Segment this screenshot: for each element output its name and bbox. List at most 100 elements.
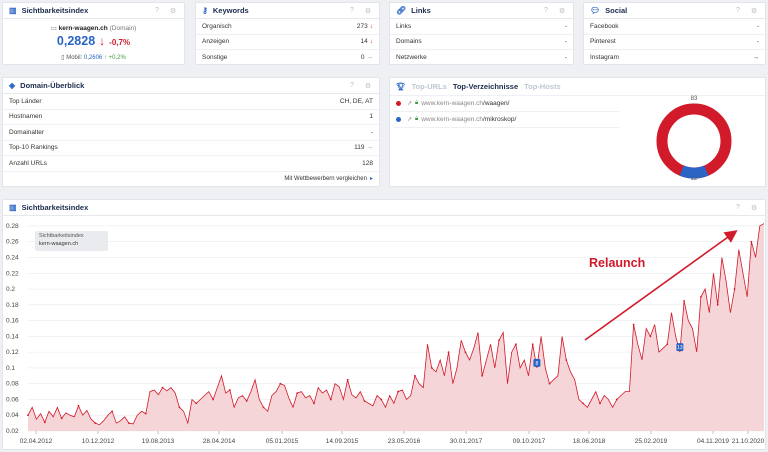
links-card: 🔗︎ Links ? ⚙ Links - Domains - Netzwerke - bbox=[389, 2, 574, 65]
row-label: Links bbox=[396, 22, 412, 30]
social-row[interactable]: Instagram → bbox=[584, 50, 765, 66]
chart-card: ▥ Sichtbarkeitsindex ? ⚙ bbox=[2, 199, 766, 450]
compare-link[interactable]: Mit Wettbewerbern vergleichen ▸ bbox=[3, 172, 379, 186]
keyword-row[interactable]: Anzeigen 14 ↓ bbox=[196, 35, 379, 50]
chart-icon: ▥ bbox=[9, 6, 17, 15]
tab-top-hosts[interactable]: Top-Hosts bbox=[524, 82, 561, 91]
si-domain-name: kern-waagen.ch bbox=[58, 25, 108, 32]
keywords-card-header: ⚷ Keywords ? ⚙ bbox=[196, 3, 379, 19]
chart-card-title: Sichtbarkeitsindex bbox=[21, 203, 89, 212]
si-value-row: 0,2828 ↓ -0,7% bbox=[3, 34, 184, 48]
help-icon[interactable]: ? bbox=[347, 82, 357, 90]
row-label: Sonstige bbox=[202, 54, 228, 62]
si-domain: ▭ kern-waagen.ch (Domain) bbox=[3, 24, 184, 32]
trophy-icon: 🏆︎ bbox=[396, 82, 406, 91]
domain-overview-header: ◈ Domain-Überblick ? ⚙ bbox=[3, 78, 379, 94]
chart-icon: ▥ bbox=[9, 203, 17, 212]
external-link-icon[interactable]: ↗ bbox=[407, 100, 412, 107]
row-label: Instagram bbox=[590, 54, 619, 62]
keyword-row[interactable]: Organisch 273 ↓ bbox=[196, 19, 379, 35]
legend-dot bbox=[396, 101, 401, 106]
social-card-title: Social bbox=[605, 6, 628, 15]
donut-label-blue: 12 bbox=[690, 176, 698, 182]
gear-icon[interactable]: ⚙ bbox=[749, 204, 759, 212]
donut-label-red: 83 bbox=[690, 96, 698, 102]
key-icon: ⚷ bbox=[202, 6, 208, 15]
help-icon[interactable]: ? bbox=[733, 7, 743, 15]
arrow-up-icon: ↑ bbox=[103, 55, 107, 61]
row-value: 128 bbox=[362, 159, 373, 167]
overview-row[interactable]: Top-10 Rankings 119 → bbox=[3, 141, 379, 156]
si-change: -0,7% bbox=[109, 38, 131, 47]
row-value: 14 bbox=[360, 38, 368, 46]
speech-bubble-icon: 💬︎ bbox=[590, 6, 601, 15]
tab-top-urls[interactable]: Top-URLs bbox=[412, 82, 447, 91]
row-label: Netzwerke bbox=[396, 54, 427, 62]
arrow-down-icon: ↓ bbox=[369, 38, 373, 46]
top-row[interactable]: ↗ 🔒︎ www.kern-waagen.ch /waagen/ bbox=[394, 96, 620, 112]
social-row[interactable]: Facebook - bbox=[584, 19, 765, 35]
top-row-path[interactable]: /mikroskop/ bbox=[483, 116, 516, 123]
gear-icon[interactable]: ⚙ bbox=[557, 7, 567, 15]
domain-overview-card: ◈ Domain-Überblick ? ⚙ Top Länder CH, DE, … bbox=[2, 77, 380, 187]
social-card-header: 💬︎ Social ? ⚙ bbox=[584, 3, 765, 19]
arrow-down-icon: ↓ bbox=[99, 34, 106, 48]
arrow-down-icon: ↓ bbox=[369, 22, 373, 30]
row-label: Hostnamen bbox=[9, 113, 43, 121]
donut-chart bbox=[656, 103, 732, 179]
link-icon: 🔗︎ bbox=[396, 6, 407, 15]
row-label: Top-10 Rankings bbox=[9, 144, 58, 152]
top-row-host: www.kern-waagen.ch bbox=[421, 100, 484, 107]
overview-row[interactable]: Top Länder CH, DE, AT bbox=[3, 94, 379, 110]
si-mobil: ▯ Mobil: 0,2606 ↑ +0,2% bbox=[3, 54, 184, 61]
row-value: 1 bbox=[369, 113, 373, 121]
row-label: Organisch bbox=[202, 22, 232, 30]
chart-card-header: ▥ Sichtbarkeitsindex ? ⚙ bbox=[3, 200, 765, 216]
help-icon[interactable]: ? bbox=[347, 7, 357, 15]
social-row[interactable]: Pinterest - bbox=[584, 35, 765, 50]
tab-top-verzeichnisse[interactable]: Top-Verzeichnisse bbox=[453, 82, 518, 91]
si-domain-label: (Domain) bbox=[109, 25, 137, 32]
row-value: 273 bbox=[356, 22, 368, 30]
si-mobil-label: Mobil: bbox=[66, 55, 83, 61]
links-row[interactable]: Netzwerke - bbox=[390, 50, 573, 66]
top-tabs: 🏆︎ Top-URLs Top-Verzeichnisse Top-Hosts bbox=[390, 78, 765, 96]
help-icon[interactable]: ? bbox=[541, 7, 551, 15]
help-icon[interactable]: ? bbox=[733, 204, 743, 212]
row-value: - bbox=[756, 22, 759, 30]
top-row-path[interactable]: /waagen/ bbox=[483, 100, 509, 107]
row-value: 0 bbox=[360, 54, 365, 62]
gear-icon[interactable]: ⚙ bbox=[749, 7, 759, 15]
help-icon[interactable]: ? bbox=[152, 7, 162, 15]
gear-icon[interactable]: ⚙ bbox=[168, 7, 178, 15]
row-value: 119 bbox=[354, 144, 365, 152]
legend-dot bbox=[396, 117, 401, 122]
external-link-icon[interactable]: ↗ bbox=[407, 116, 412, 123]
si-mobil-change: +0,2% bbox=[108, 55, 126, 61]
cube-icon: ◈ bbox=[9, 81, 16, 90]
top-row[interactable]: ↗ 🔒︎ www.kern-waagen.ch /mikroskop/ bbox=[394, 112, 620, 128]
si-card: ▥ Sichtbarkeitsindex ? ⚙ ▭ kern-waagen.c… bbox=[2, 2, 185, 65]
links-row[interactable]: Links - bbox=[390, 19, 573, 35]
keywords-card-title: Keywords bbox=[212, 6, 249, 15]
row-value: CH, DE, AT bbox=[339, 97, 373, 105]
links-card-title: Links bbox=[411, 6, 431, 15]
overview-row[interactable]: Hostnamen 1 bbox=[3, 110, 379, 125]
tooltip-domain: kern-waagen.ch bbox=[39, 240, 79, 247]
overview-row[interactable]: Domainalter - bbox=[3, 125, 379, 141]
si-card-header: ▥ Sichtbarkeitsindex ? ⚙ bbox=[3, 3, 184, 19]
lock-icon: 🔒︎ bbox=[415, 116, 419, 122]
overview-row[interactable]: Anzahl URLs 128 bbox=[3, 156, 379, 172]
arrow-right-icon: → bbox=[366, 144, 374, 152]
keyword-row[interactable]: Sonstige 0 → bbox=[196, 50, 379, 66]
donut-slice-red bbox=[656, 103, 732, 179]
relaunch-annotation: Relaunch bbox=[589, 256, 646, 270]
gear-icon[interactable]: ⚙ bbox=[363, 7, 373, 15]
links-row[interactable]: Domains - bbox=[390, 35, 573, 50]
row-label: Pinterest bbox=[590, 38, 616, 46]
chart-tooltip: Sichtbarkeitsindex kern-waagen.ch bbox=[35, 231, 108, 251]
gear-icon[interactable]: ⚙ bbox=[363, 82, 373, 90]
arrow-right-icon: → bbox=[366, 54, 374, 62]
lock-icon: 🔒︎ bbox=[415, 100, 419, 106]
top-card: 🏆︎ Top-URLs Top-Verzeichnisse Top-Hosts … bbox=[389, 77, 766, 187]
